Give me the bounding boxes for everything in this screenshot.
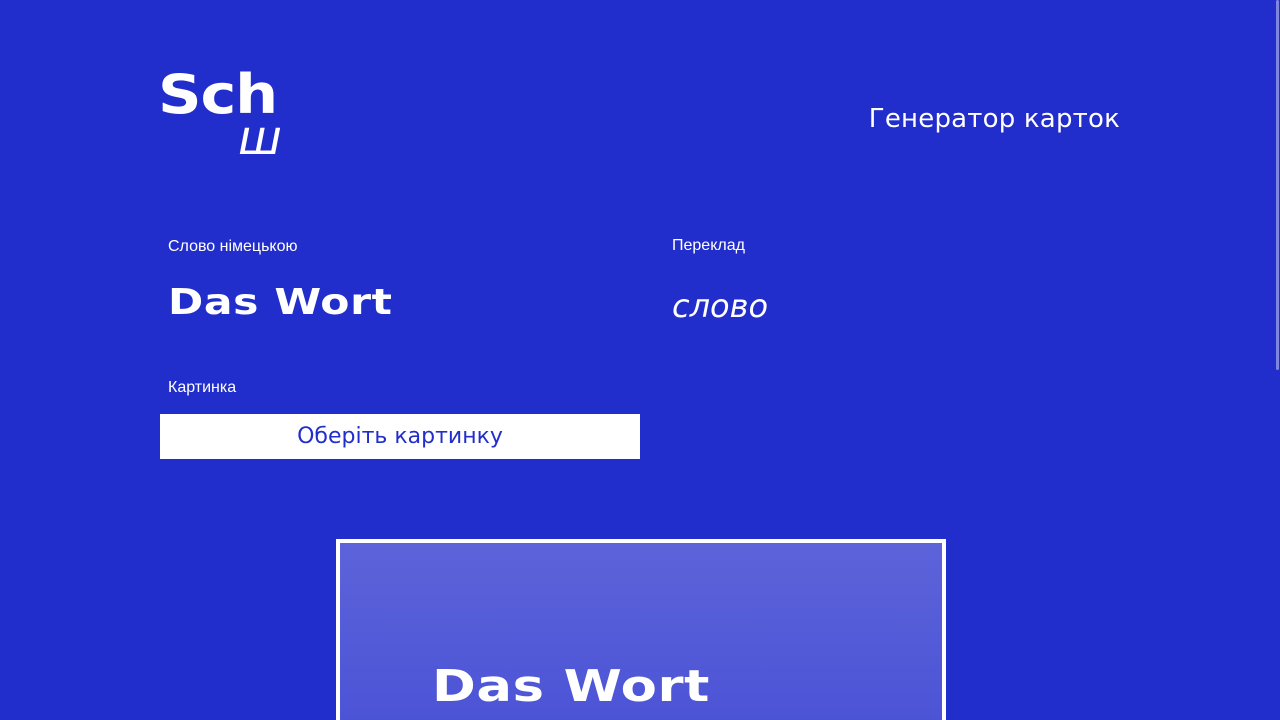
logo[interactable]: Sch ш <box>158 68 290 166</box>
scrollbar-thumb[interactable] <box>1276 0 1279 370</box>
page-title: Генератор карток <box>868 104 1120 134</box>
translation-label: Переклад <box>672 237 745 254</box>
page: Sch ш Генератор карток Слово німецькою П… <box>0 0 1280 720</box>
logo-bottom-text: ш <box>238 110 282 166</box>
translation-input[interactable] <box>672 284 1112 328</box>
german-word-label: Слово німецькою <box>168 238 298 255</box>
german-word-input[interactable] <box>168 280 711 324</box>
card-preview-word: Das Wort <box>432 661 710 712</box>
image-label: Картинка <box>168 379 237 396</box>
scrollbar[interactable] <box>1274 0 1280 720</box>
choose-image-button[interactable]: Оберіть картинку <box>160 414 640 459</box>
card-preview: Das Wort <box>336 539 946 720</box>
